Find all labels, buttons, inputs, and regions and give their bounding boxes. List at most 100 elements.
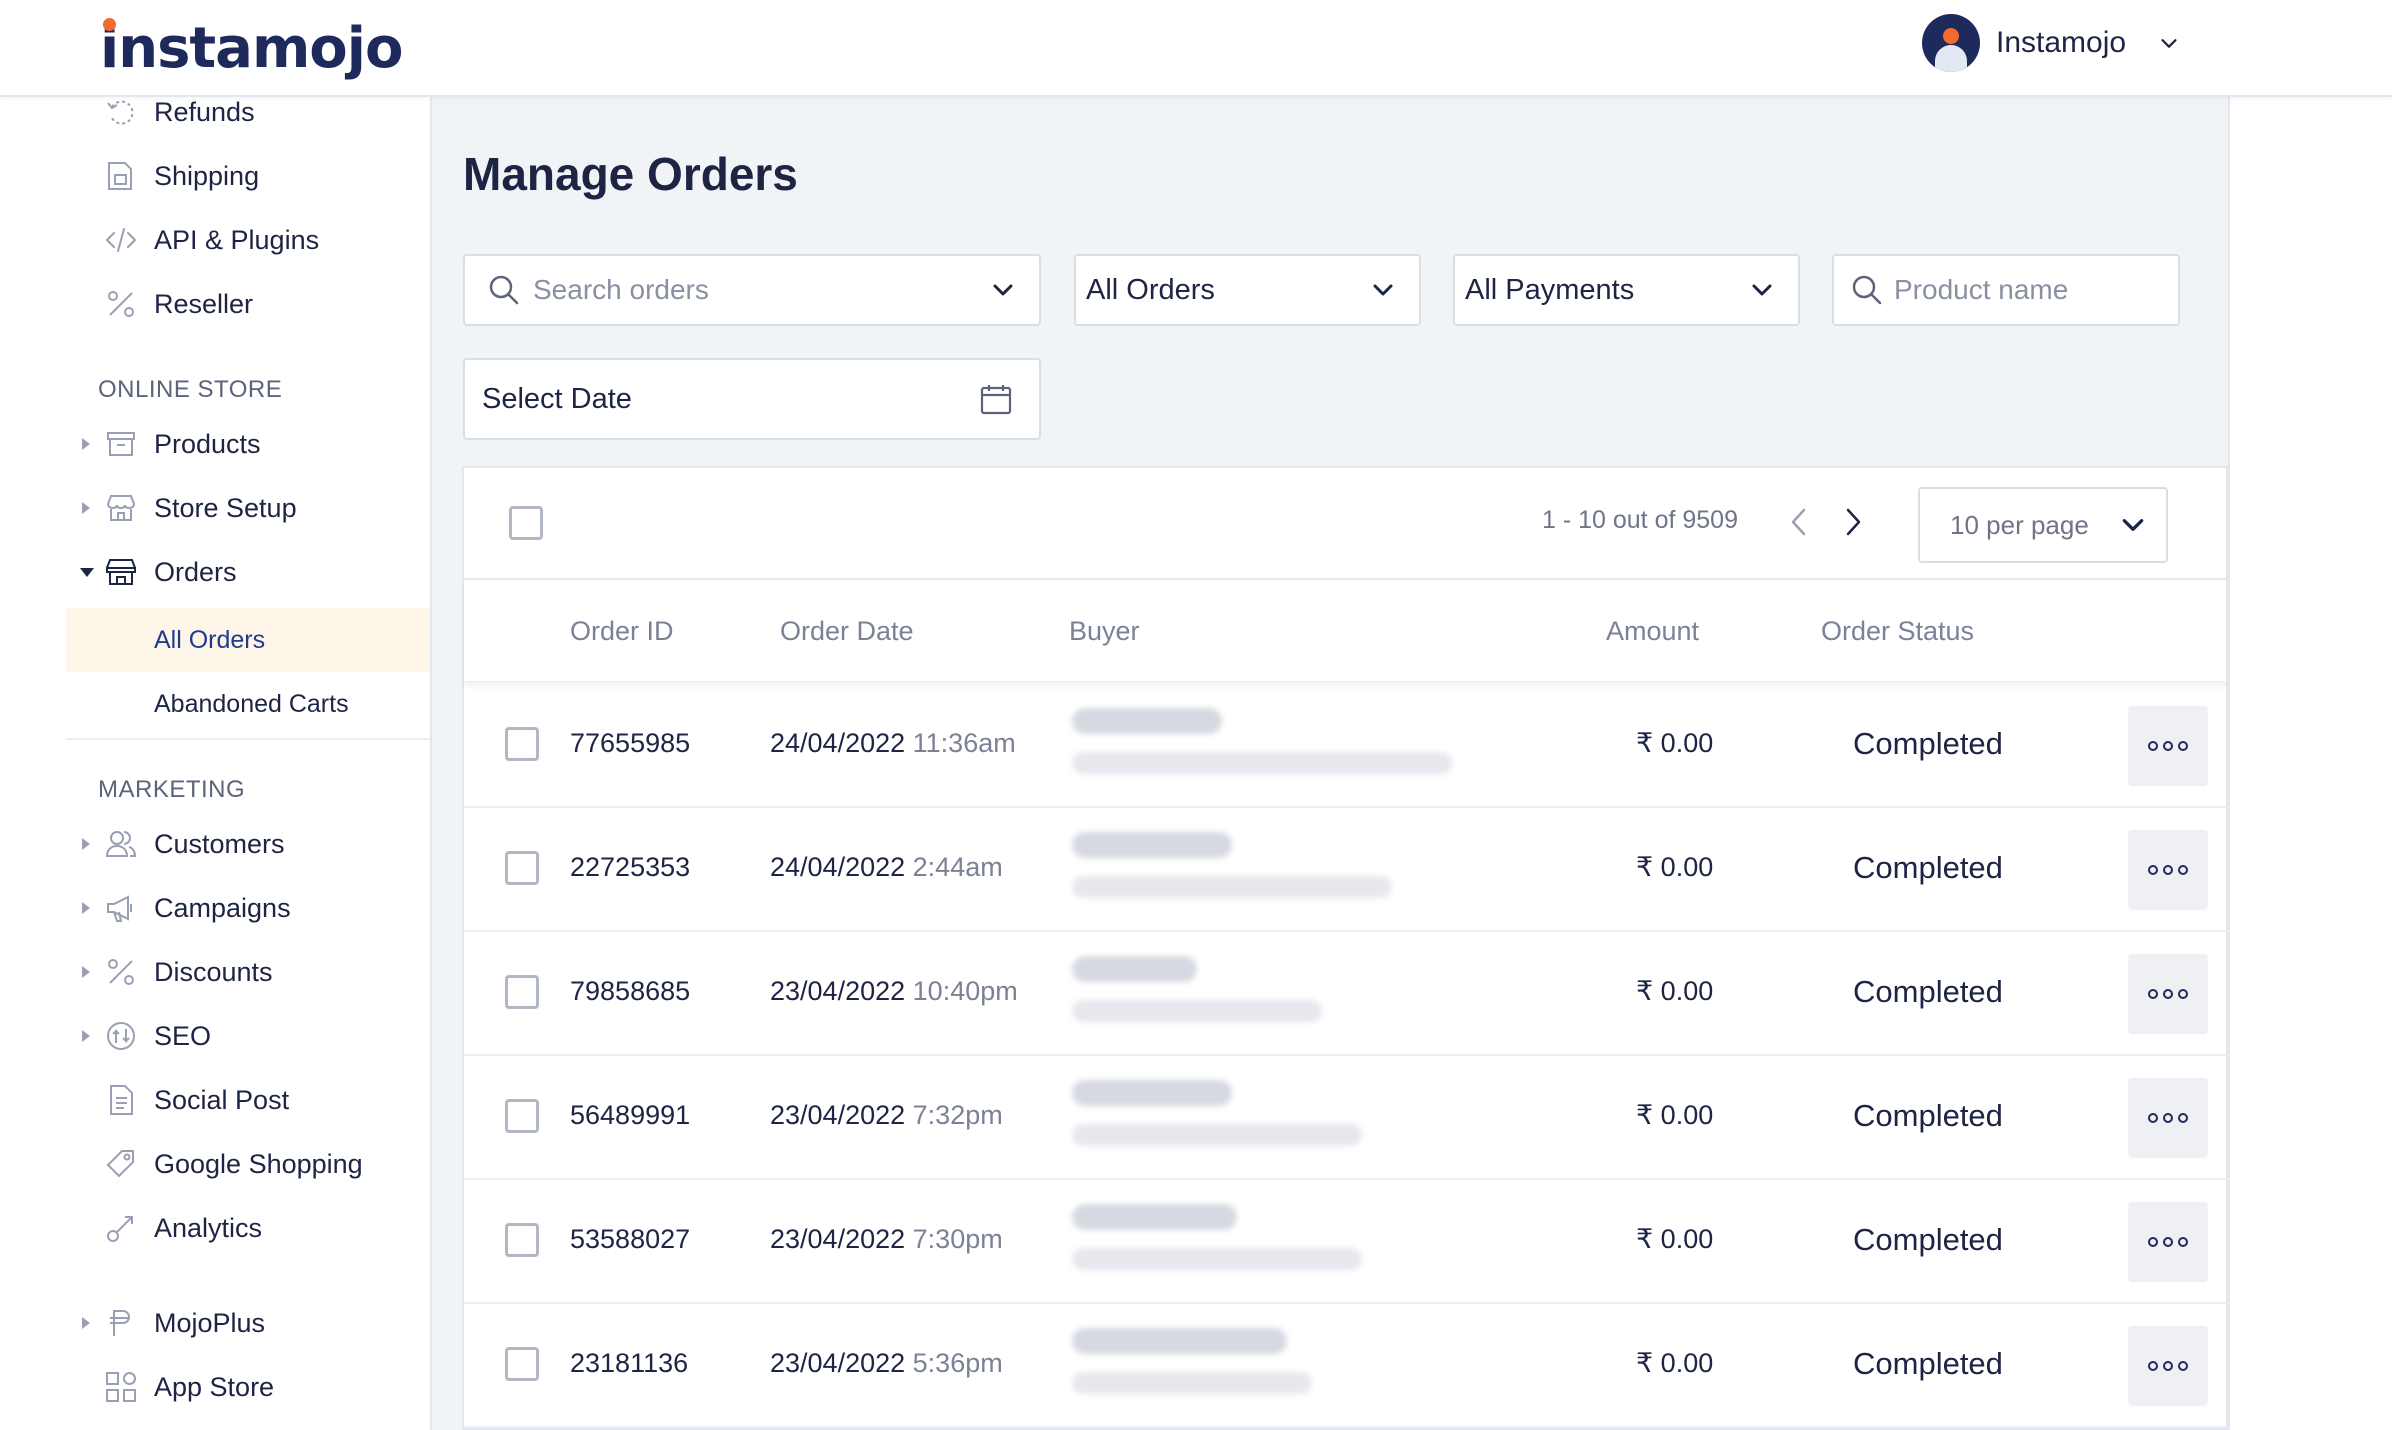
per-page-select[interactable]: 10 per page <box>1918 487 2168 563</box>
customers-icon <box>105 831 137 857</box>
order-status: Completed <box>1853 1222 2003 1257</box>
sidebar-subitem-abandoned-carts[interactable]: Abandoned Carts <box>66 672 430 736</box>
order-amount: ₹ 0.00 <box>1636 1348 1714 1378</box>
more-options-button[interactable] <box>2128 1202 2208 1282</box>
sidebar-item-discounts[interactable]: Discounts <box>0 944 430 1000</box>
chevron-left-icon[interactable] <box>1784 504 1814 540</box>
table-row[interactable]: 23181136 23/04/2022 5:36pm ₹ 0.00 Comple… <box>464 1304 2228 1428</box>
search-orders-field[interactable]: Search orders <box>463 254 1041 326</box>
table-row[interactable]: 56489991 23/04/2022 7:32pm ₹ 0.00 Comple… <box>464 1056 2228 1180</box>
sidebar-item-customers[interactable]: Customers <box>0 816 430 872</box>
buyer-name-redacted <box>1072 1328 1287 1354</box>
table-row[interactable]: 79858685 23/04/2022 10:40pm ₹ 0.00 Compl… <box>464 932 2228 1056</box>
sidebar-item-store-setup[interactable]: Store Setup <box>0 480 430 536</box>
mojoplus-icon <box>110 1310 130 1336</box>
sidebar-subitem-label: Abandoned Carts <box>154 689 349 718</box>
account-menu[interactable]: Instamojo <box>1922 13 2180 73</box>
orders-icon <box>106 559 136 585</box>
more-options-button[interactable] <box>2128 1078 2208 1158</box>
buyer-name-redacted <box>1072 956 1197 982</box>
order-date: 23/04/2022 10:40pm <box>770 976 1018 1006</box>
tag-icon <box>106 1150 134 1178</box>
buyer-name-redacted <box>1072 1204 1237 1230</box>
sidebar-item-label: API & Plugins <box>154 224 320 255</box>
order-id[interactable]: 56489991 <box>570 1100 690 1131</box>
sidebar-item-products[interactable]: Products <box>0 416 430 472</box>
sidebar-item-social-post[interactable]: Social Post <box>0 1072 430 1128</box>
buyer-name-redacted <box>1072 832 1232 858</box>
column-header-order-id[interactable]: Order ID <box>570 616 674 647</box>
chevron-down-icon <box>2122 519 2144 531</box>
sidebar-item-google-shopping[interactable]: Google Shopping <box>0 1136 430 1192</box>
column-header-buyer[interactable]: Buyer <box>1069 616 1140 647</box>
top-header: instamojo Instamojo <box>0 0 2392 97</box>
order-date: 23/04/2022 7:32pm <box>770 1100 1003 1130</box>
select-all-checkbox[interactable] <box>509 506 543 540</box>
date-picker[interactable]: Select Date <box>463 358 1041 440</box>
order-date: 23/04/2022 5:36pm <box>770 1348 1003 1378</box>
main-content: Manage Orders Search orders All Orders A… <box>432 97 2228 1430</box>
table-row[interactable]: 53588027 23/04/2022 7:30pm ₹ 0.00 Comple… <box>464 1180 2228 1304</box>
caret-right-icon <box>82 902 90 914</box>
row-checkbox[interactable] <box>505 1223 539 1257</box>
table-row[interactable]: 22725353 24/04/2022 2:44am ₹ 0.00 Comple… <box>464 808 2228 932</box>
sidebar-item-campaigns[interactable]: Campaigns <box>0 880 430 936</box>
order-id[interactable]: 53588027 <box>570 1224 690 1255</box>
table-row[interactable]: 77655985 24/04/2022 11:36am ₹ 0.00 Compl… <box>464 684 2228 808</box>
shipping-icon <box>108 162 132 190</box>
payments-filter-select[interactable]: All Payments <box>1453 254 1800 326</box>
logo-dot <box>103 18 116 31</box>
sidebar-item-reseller[interactable]: Reseller <box>0 276 430 332</box>
product-name-field[interactable]: Product name <box>1832 254 2180 326</box>
product-name-input[interactable]: Product name <box>1894 274 2068 306</box>
row-checkbox[interactable] <box>505 975 539 1009</box>
sidebar-item-api-plugins[interactable]: API & Plugins <box>0 212 430 268</box>
more-options-button[interactable] <box>2128 954 2208 1034</box>
sidebar-item-label: MojoPlus <box>154 1307 266 1338</box>
buyer-name-redacted <box>1072 708 1222 734</box>
order-date: 23/04/2022 7:30pm <box>770 1224 1003 1254</box>
sidebar-item-analytics[interactable]: Analytics <box>0 1200 430 1256</box>
caret-right-icon <box>82 502 90 514</box>
buyer-email-redacted <box>1072 1124 1362 1146</box>
row-checkbox[interactable] <box>505 1099 539 1133</box>
order-id[interactable]: 79858685 <box>570 976 690 1007</box>
instamojo-logo[interactable]: instamojo <box>100 8 403 88</box>
buyer-email-redacted <box>1072 1372 1312 1394</box>
sidebar-item-label: Shipping <box>154 160 260 191</box>
row-checkbox[interactable] <box>505 1347 539 1381</box>
row-checkbox[interactable] <box>505 727 539 761</box>
section-title-marketing: MARKETING <box>98 776 246 803</box>
divider <box>66 738 430 740</box>
column-header-order-status[interactable]: Order Status <box>1821 616 1974 647</box>
sidebar-item-mojoplus[interactable]: MojoPlus <box>0 1295 430 1351</box>
chevron-down-icon <box>993 284 1013 296</box>
order-id[interactable]: 23181136 <box>570 1348 688 1379</box>
app-store-icon <box>106 1372 136 1402</box>
more-options-button[interactable] <box>2128 830 2208 910</box>
table-toolbar: 1 - 10 out of 9509 10 per page <box>464 468 2228 580</box>
more-options-button[interactable] <box>2128 706 2208 786</box>
sidebar-item-app-store[interactable]: App Store <box>0 1359 430 1415</box>
sidebar-subitem-all-orders[interactable]: All Orders <box>66 608 430 672</box>
chevron-right-icon[interactable] <box>1838 504 1868 540</box>
column-header-amount[interactable]: Amount <box>1606 616 1699 647</box>
search-orders-input[interactable]: Search orders <box>533 274 709 306</box>
sidebar-item-orders[interactable]: Orders <box>0 544 430 600</box>
sidebar-item-label: App Store <box>154 1371 275 1402</box>
column-header-order-date[interactable]: Order Date <box>780 616 914 647</box>
sidebar-item-label: Reseller <box>154 288 254 319</box>
sidebar-item-shipping[interactable]: Shipping <box>0 148 430 204</box>
table-header: Order ID Order Date Buyer Amount Order S… <box>464 582 2228 682</box>
more-options-button[interactable] <box>2128 1326 2208 1406</box>
refund-icon <box>107 100 134 125</box>
caret-right-icon <box>82 966 90 978</box>
order-id[interactable]: 22725353 <box>570 852 690 883</box>
row-checkbox[interactable] <box>505 851 539 885</box>
sidebar-item-seo[interactable]: SEO <box>0 1008 430 1064</box>
order-id[interactable]: 77655985 <box>570 728 690 759</box>
orders-filter-select[interactable]: All Orders <box>1074 254 1421 326</box>
order-status: Completed <box>1853 1098 2003 1133</box>
analytics-icon <box>107 1216 133 1242</box>
order-status: Completed <box>1853 726 2003 761</box>
